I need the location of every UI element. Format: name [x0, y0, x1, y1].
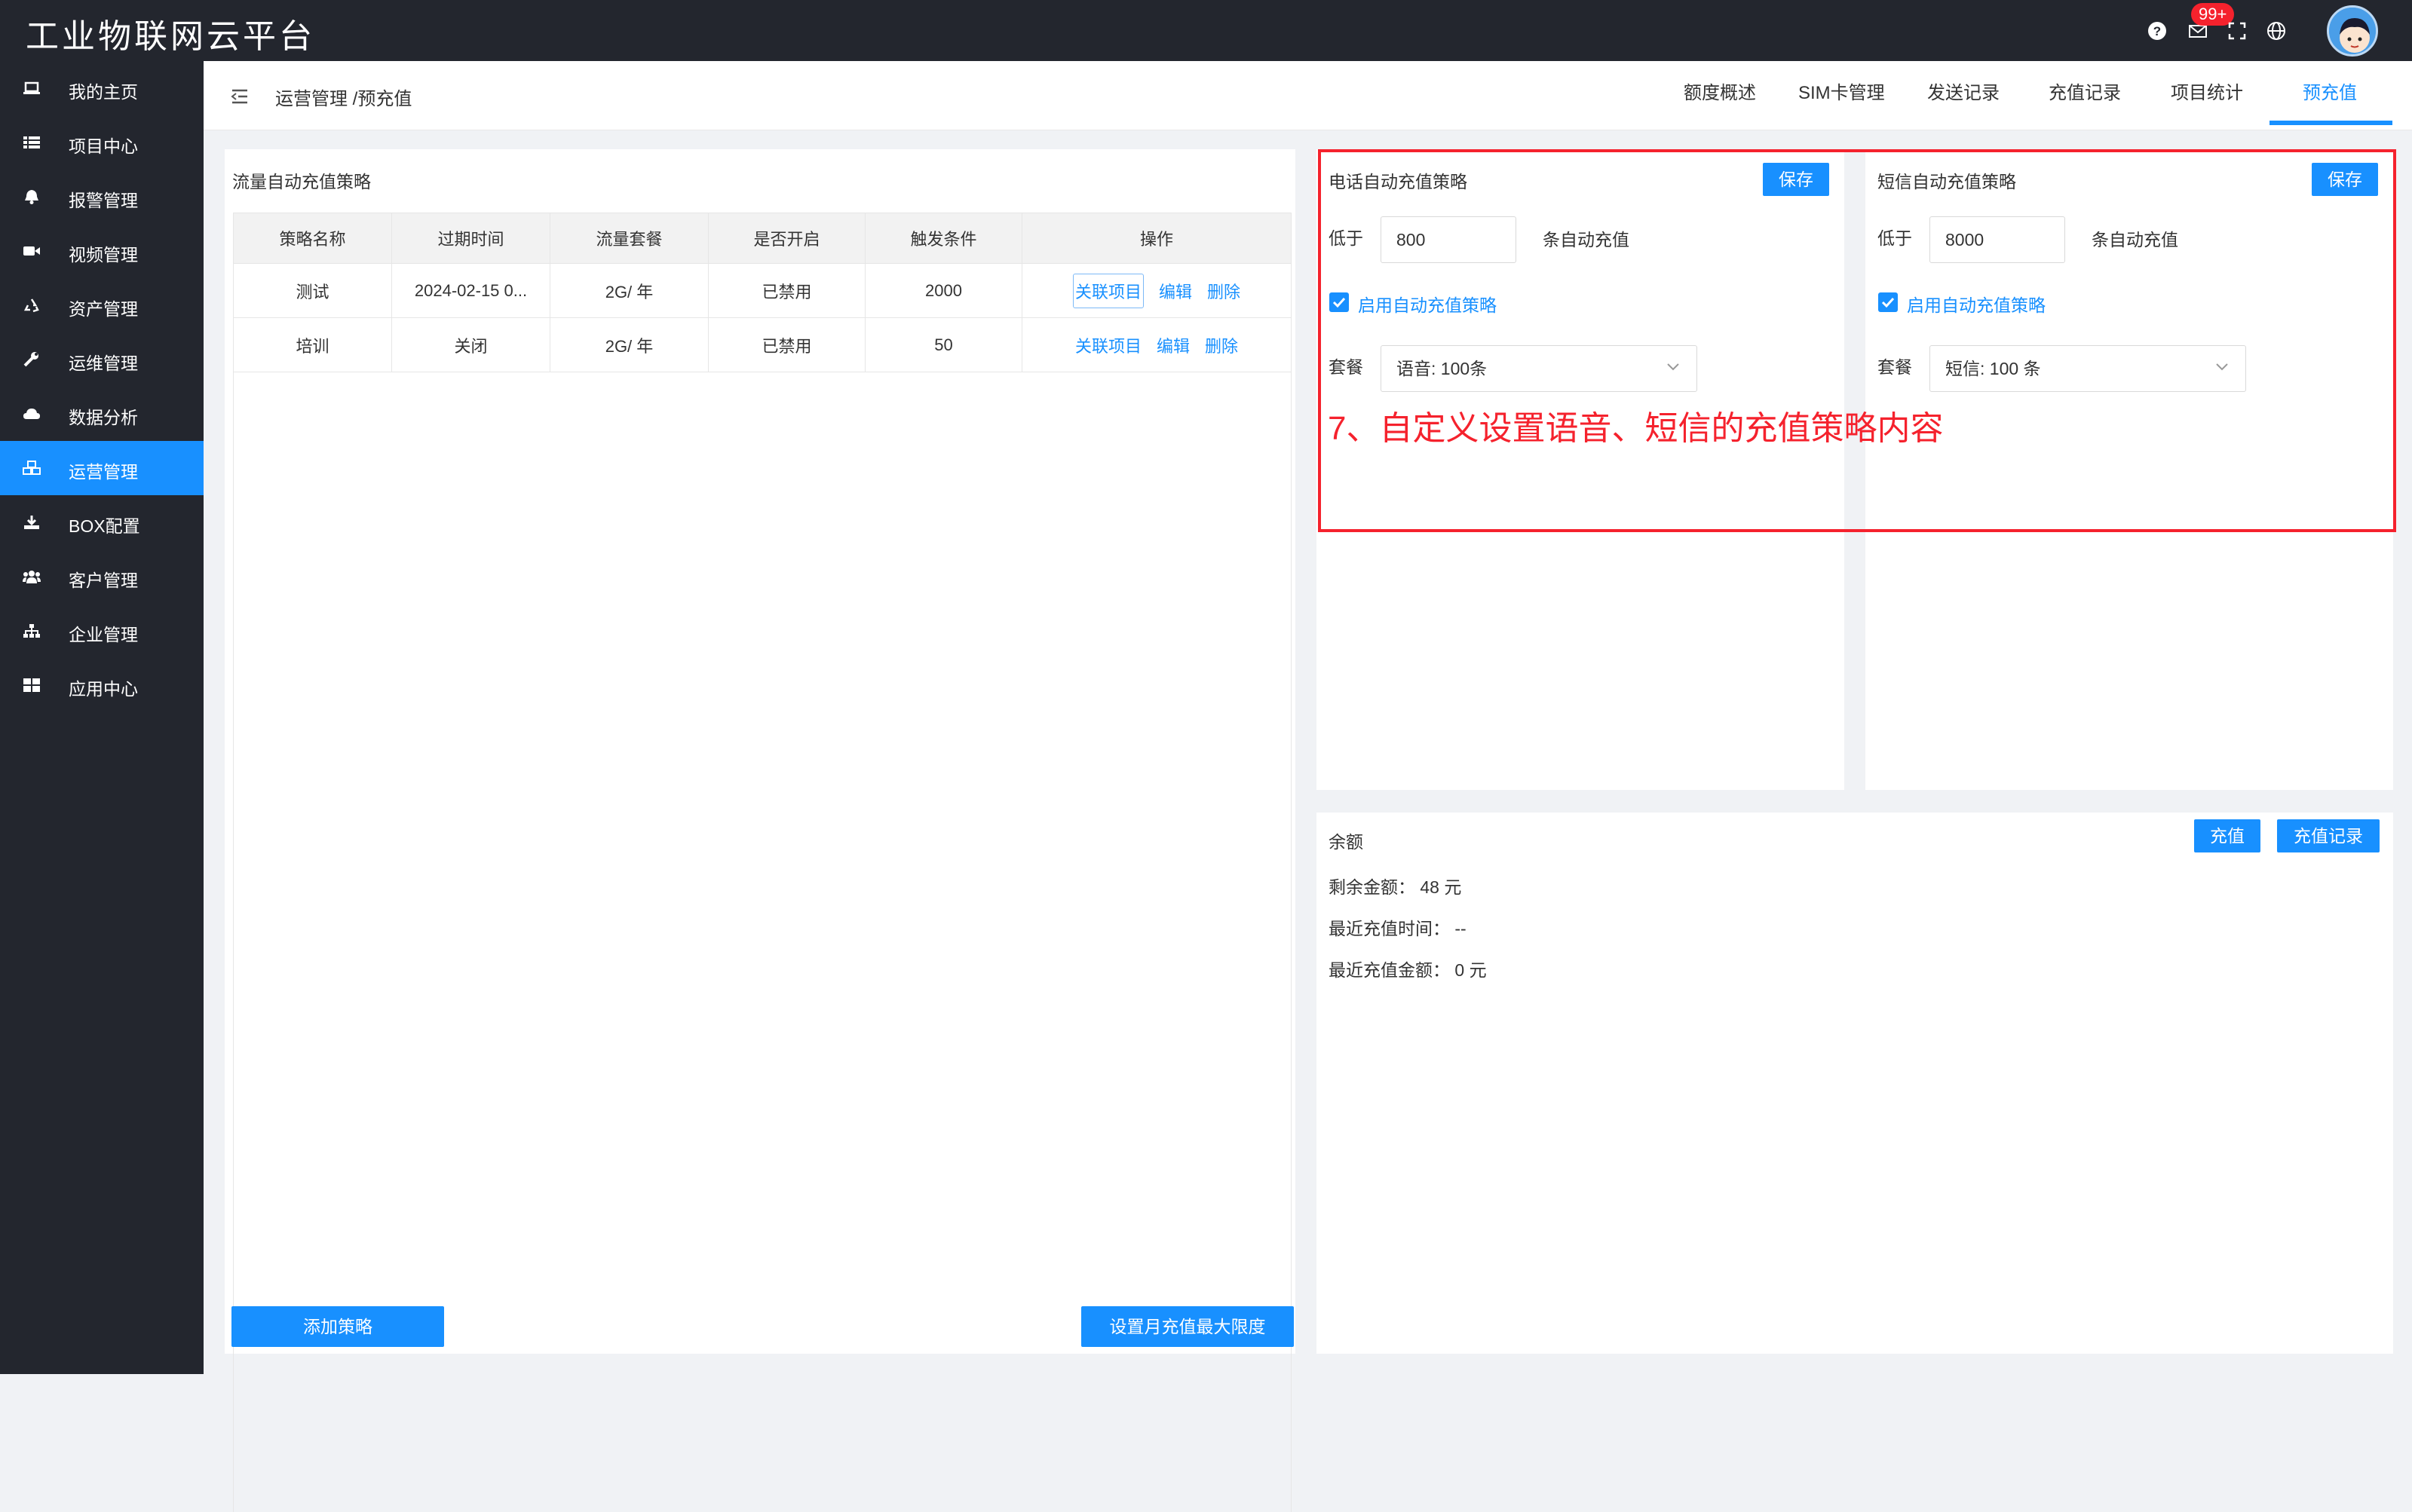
grid-icon [23, 678, 40, 692]
sidebar-item-alarms[interactable]: 报警管理 [0, 170, 204, 224]
cell-trigger: 50 [866, 318, 1022, 372]
remaining-amount-row: 剩余金额： 48 元 [1329, 873, 1461, 898]
sidebar-item-label: 我的主页 [69, 82, 138, 102]
edit-button[interactable]: 编辑 [1159, 279, 1192, 303]
cell-name: 测试 [234, 264, 392, 317]
laptop-icon [23, 81, 40, 94]
annotation-text: 7、自定义设置语音、短信的充值策略内容 [1328, 410, 1944, 447]
page-header: 运营管理 /预充值 额度概述 SIM卡管理 发送记录 充值记录 项目统计 预充值 [204, 61, 2412, 130]
sidebar-item-label: 视频管理 [69, 245, 138, 265]
sidebar-item-home[interactable]: 我的主页 [0, 61, 204, 115]
table-row: 测试 2024-02-15 0... 2G/ 年 已禁用 2000 关联项目 编… [233, 264, 1292, 318]
cell-expire: 关闭 [392, 318, 550, 372]
globe-icon[interactable] [2265, 20, 2288, 42]
annotation-highlight-box [1318, 149, 2396, 532]
last-time-value: -- [1454, 919, 1467, 938]
column-header: 流量套餐 [550, 213, 709, 263]
remaining-label: 剩余金额： [1329, 877, 1415, 897]
svg-text:?: ? [2153, 24, 2161, 38]
tab-project-stats[interactable]: 项目统计 [2171, 78, 2243, 104]
sidebar-item-maintenance[interactable]: 运维管理 [0, 332, 204, 387]
delete-button[interactable]: 删除 [1205, 333, 1238, 357]
balance-card: 余额 充值 充值记录 剩余金额： 48 元 最近充值时间： -- 最近充值金额：… [1316, 813, 2393, 1354]
sidebar-item-apps[interactable]: 应用中心 [0, 658, 204, 712]
tab-recharge-records[interactable]: 充值记录 [2049, 78, 2121, 104]
remaining-value: 48 元 [1420, 877, 1462, 897]
recharge-records-button[interactable]: 充值记录 [2277, 819, 2380, 852]
last-recharge-time-row: 最近充值时间： -- [1329, 914, 1467, 940]
flow-strategy-title: 流量自动充值策略 [232, 172, 371, 191]
sidebar-item-video[interactable]: 视频管理 [0, 224, 204, 278]
sidebar-item-box-config[interactable]: BOX配置 [0, 495, 204, 549]
sidebar-item-projects[interactable]: 项目中心 [0, 115, 204, 170]
sidebar-item-label: 客户管理 [69, 571, 138, 590]
users-icon [23, 571, 41, 583]
column-header: 是否开启 [709, 213, 866, 263]
set-monthly-limit-button[interactable]: 设置月充值最大限度 [1081, 1306, 1294, 1347]
download-icon [24, 516, 39, 529]
cell-name: 培训 [234, 318, 392, 372]
cell-package: 2G/ 年 [550, 264, 709, 317]
bell-icon [25, 190, 38, 204]
app-title: 工业物联网云平台 [26, 17, 315, 56]
sitemap-icon [23, 624, 40, 638]
sidebar-item-customers[interactable]: 客户管理 [0, 549, 204, 604]
help-icon[interactable]: ? [2146, 20, 2168, 42]
top-bar: 工业物联网云平台 ? 99+ [0, 0, 2412, 61]
link-project-button[interactable]: 关联项目 [1075, 333, 1142, 357]
add-strategy-button[interactable]: 添加策略 [231, 1306, 444, 1347]
sidebar-item-label: 应用中心 [69, 679, 138, 699]
tab-send-records[interactable]: 发送记录 [1927, 78, 2000, 104]
cell-expire: 2024-02-15 0... [392, 264, 550, 317]
sidebar-item-label: 运维管理 [69, 354, 138, 373]
sidebar: 我的主页 项目中心 报警管理 视频管理 资产管理 运维管理 数据分析 运营管理 … [0, 61, 204, 1374]
cell-actions: 关联项目 编辑 删除 [1022, 318, 1291, 372]
cubes-icon [23, 461, 41, 475]
cell-package: 2G/ 年 [550, 318, 709, 372]
table-header: 策略名称 过期时间 流量套餐 是否开启 触发条件 操作 [233, 213, 1292, 264]
sidebar-item-label: 数据分析 [69, 408, 138, 427]
sidebar-item-label: 资产管理 [69, 299, 138, 319]
video-camera-icon [23, 246, 40, 256]
fullscreen-icon[interactable] [2226, 20, 2248, 42]
tab-sim-management[interactable]: SIM卡管理 [1798, 78, 1885, 104]
sidebar-item-label: 企业管理 [69, 625, 138, 644]
table-row: 培训 关闭 2G/ 年 已禁用 50 关联项目 编辑 删除 [233, 318, 1292, 372]
delete-button[interactable]: 删除 [1207, 279, 1240, 303]
sidebar-item-enterprise[interactable]: 企业管理 [0, 604, 204, 658]
menu-toggle-icon[interactable] [231, 88, 249, 105]
list-icon [23, 136, 40, 148]
sidebar-item-label: 报警管理 [69, 191, 138, 210]
cell-trigger: 2000 [866, 264, 1022, 317]
wrench-icon [23, 352, 38, 367]
column-header: 策略名称 [234, 213, 392, 263]
edit-button[interactable]: 编辑 [1157, 333, 1190, 357]
last-amount-label: 最近充值金额： [1329, 960, 1450, 980]
balance-title: 余额 [1329, 832, 1363, 852]
last-recharge-amount-row: 最近充值金额： 0 元 [1329, 956, 1487, 981]
link-project-button[interactable]: 关联项目 [1072, 273, 1144, 308]
user-avatar[interactable] [2327, 5, 2378, 57]
tab-quota-overview[interactable]: 额度概述 [1684, 78, 1756, 104]
sidebar-item-analytics[interactable]: 数据分析 [0, 387, 204, 441]
column-header: 操作 [1139, 230, 1173, 249]
recycle-icon [23, 298, 39, 313]
breadcrumb: 运营管理 /预充值 [275, 89, 412, 109]
sidebar-item-operations[interactable]: 运营管理 [0, 441, 204, 495]
cell-enabled: 已禁用 [709, 264, 866, 317]
recharge-button[interactable]: 充值 [2194, 819, 2260, 852]
cell-actions: 关联项目 编辑 删除 [1022, 264, 1291, 317]
column-header: 过期时间 [392, 213, 550, 263]
cell-enabled: 已禁用 [709, 318, 866, 372]
last-time-label: 最近充值时间： [1329, 919, 1450, 938]
last-amount-value: 0 元 [1454, 960, 1487, 980]
active-tab-indicator [2269, 121, 2392, 125]
sidebar-item-label: 运营管理 [69, 462, 138, 482]
sidebar-item-assets[interactable]: 资产管理 [0, 278, 204, 332]
sidebar-item-label: 项目中心 [69, 136, 138, 156]
cloud-icon [23, 409, 40, 419]
sidebar-item-label: BOX配置 [69, 516, 140, 536]
column-header: 触发条件 [866, 213, 1022, 263]
tab-prepaid[interactable]: 预充值 [2303, 78, 2357, 104]
